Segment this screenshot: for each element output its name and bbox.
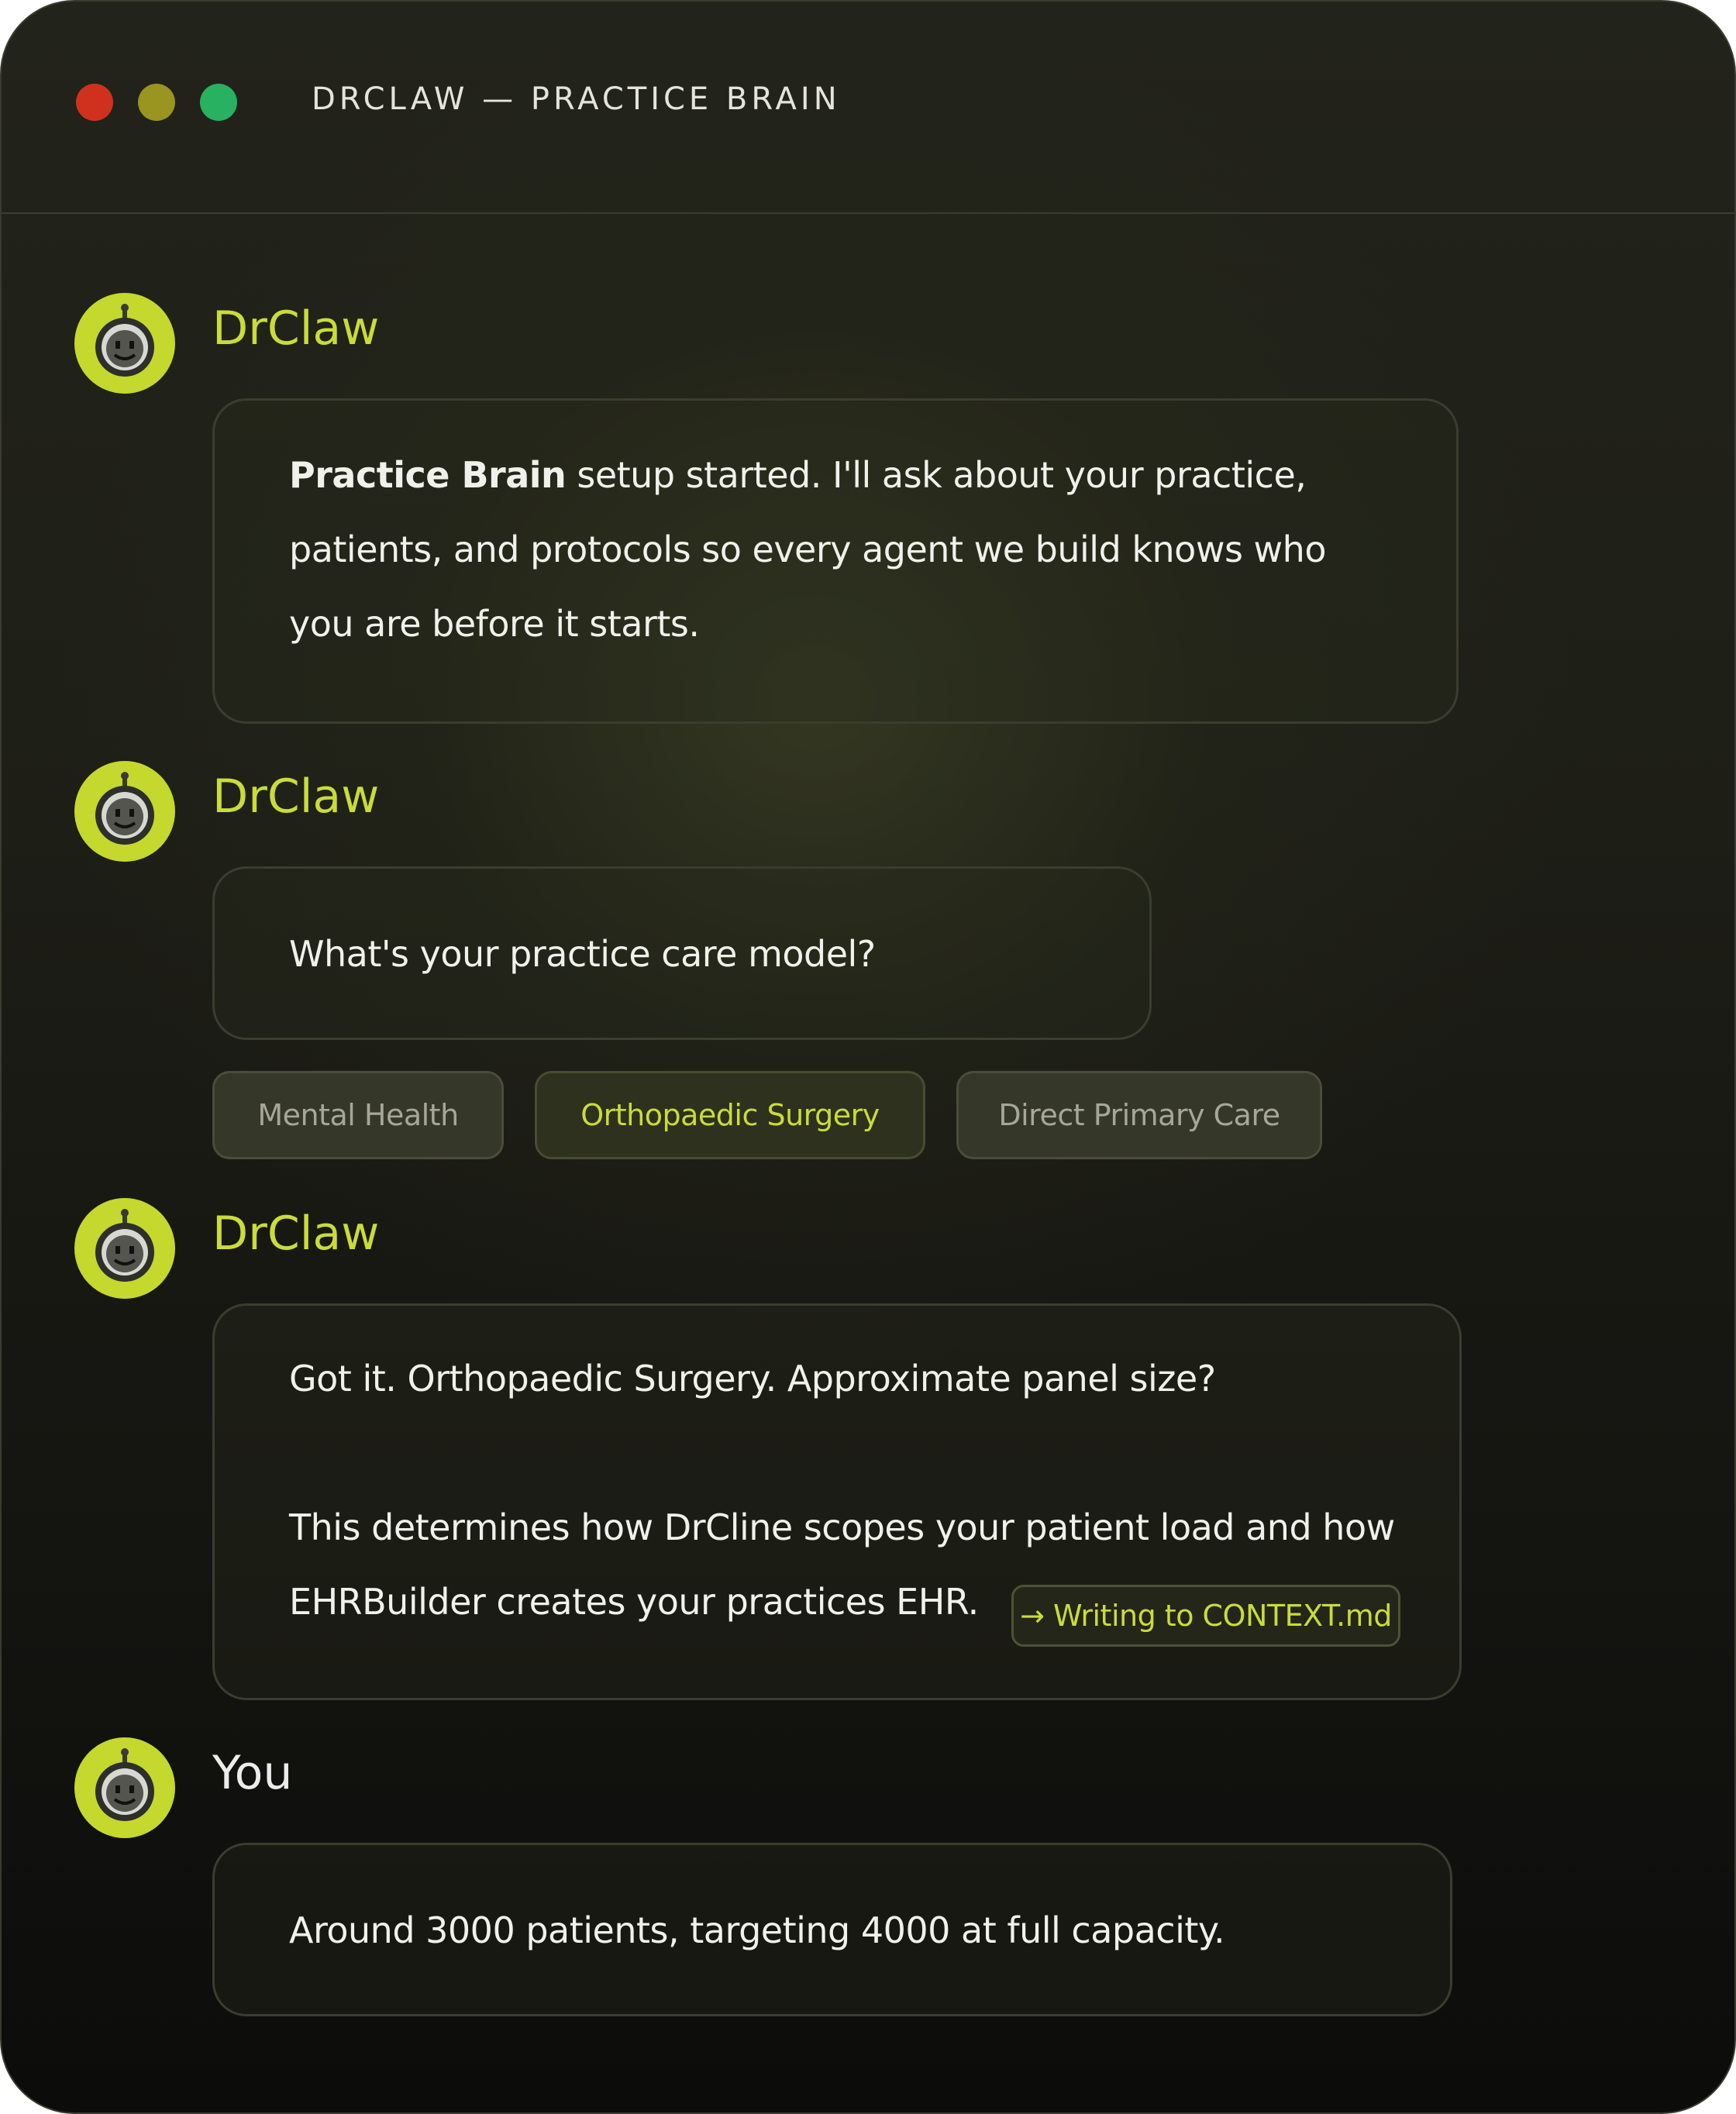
- message-bubble: Around 3000 patients, targeting 4000 at …: [212, 1843, 1452, 2016]
- sender-name: DrClaw: [212, 301, 380, 356]
- message-text-line: This determines how DrCline scopes your …: [289, 1506, 1395, 1548]
- robot-face-icon: [95, 1209, 154, 1282]
- window-title: DRCLAW — PRACTICE BRAIN: [312, 81, 841, 117]
- message-text: What's your practice care model?: [289, 933, 876, 975]
- title-bar: DRCLAW — PRACTICE BRAIN: [2, 2, 1734, 214]
- sender-name: DrClaw: [212, 770, 380, 824]
- robot-face-icon: [95, 304, 154, 377]
- message-text-bold: Practice Brain: [289, 454, 567, 496]
- message-text: Practice Brain setup started. I'll ask a…: [289, 453, 1307, 497]
- app-window: DRCLAW — PRACTICE BRAIN DrClaw Practice …: [0, 0, 1736, 2114]
- avatar: [74, 761, 175, 862]
- avatar: [74, 1198, 175, 1299]
- message-text-line: Got it. Orthopaedic Surgery. Approximate…: [289, 1358, 1216, 1400]
- message-text-line: setup started. I'll ask about your pract…: [566, 454, 1307, 496]
- maximize-button[interactable]: [200, 84, 237, 121]
- message-text: Around 3000 patients, targeting 4000 at …: [289, 1909, 1225, 1951]
- message-bubble: What's your practice care model?: [212, 866, 1152, 1040]
- sender-name: DrClaw: [212, 1207, 380, 1261]
- message-text-line: patients, and protocols so every agent w…: [289, 528, 1326, 570]
- close-button[interactable]: [76, 84, 113, 121]
- message-bubble: Practice Brain setup started. I'll ask a…: [212, 398, 1459, 724]
- avatar: [74, 293, 175, 394]
- avatar: [74, 1737, 175, 1838]
- message-bubble: Got it. Orthopaedic Surgery. Approximate…: [212, 1303, 1462, 1700]
- message-text-line: you are before it starts.: [289, 603, 700, 645]
- robot-face-icon: [95, 1748, 154, 1821]
- option-mental-health[interactable]: Mental Health: [212, 1071, 504, 1159]
- option-orthopaedic-surgery[interactable]: Orthopaedic Surgery: [535, 1071, 925, 1159]
- sender-name: You: [212, 1746, 293, 1800]
- minimize-button[interactable]: [138, 84, 175, 121]
- message-text-line: EHRBuilder creates your practices EHR.: [289, 1581, 979, 1623]
- writing-context-tag: → Writing to CONTEXT.md: [1011, 1585, 1400, 1647]
- robot-face-icon: [95, 772, 154, 845]
- option-direct-primary-care[interactable]: Direct Primary Care: [956, 1071, 1322, 1159]
